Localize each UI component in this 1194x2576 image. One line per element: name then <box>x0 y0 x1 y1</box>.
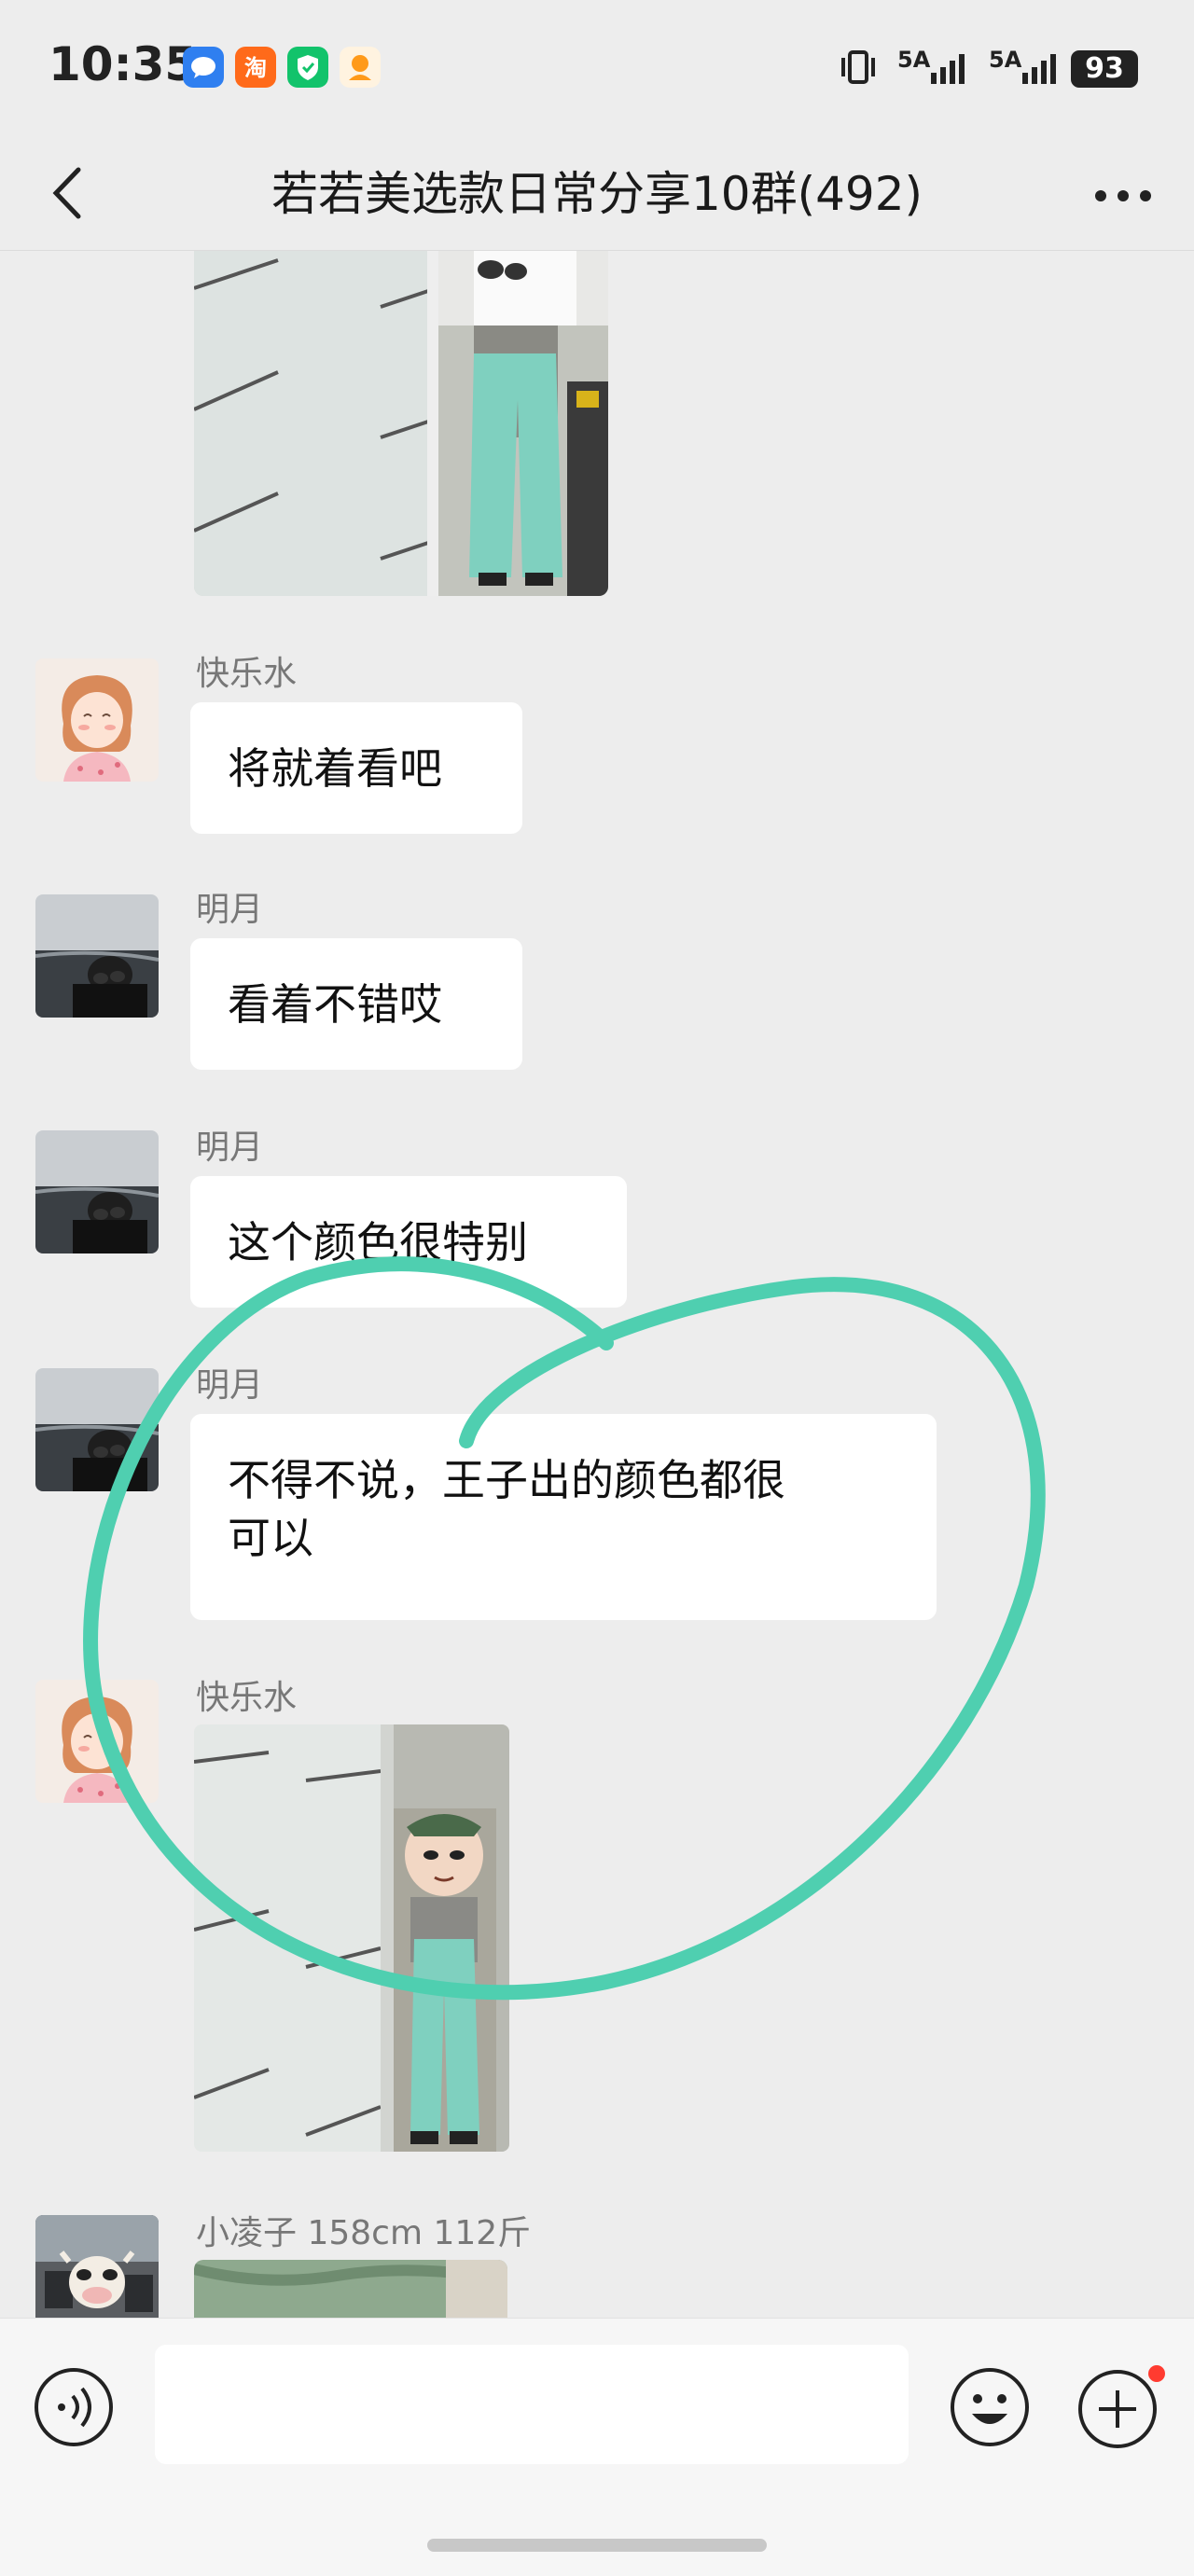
vibrate-icon <box>838 48 879 90</box>
message-text: 看着不错哎 <box>228 979 442 1030</box>
emoji-icon <box>951 2368 1029 2446</box>
meituan-icon <box>340 47 381 88</box>
sender-name: 快乐水 <box>196 1679 298 1717</box>
message-text: 将就着看吧 <box>228 743 442 794</box>
plus-icon <box>1078 2365 1165 2448</box>
avatar-person-beach <box>35 1130 159 1253</box>
message-bubble[interactable]: 这个颜色很特别 <box>190 1176 627 1308</box>
sender-name: 快乐水 <box>196 655 298 693</box>
input-bar <box>0 2318 1194 2576</box>
avatar[interactable] <box>35 1680 159 1803</box>
message-text: 这个颜色很特别 <box>228 1217 528 1267</box>
svg-text:淘: 淘 <box>244 55 267 81</box>
message-image[interactable] <box>194 251 608 596</box>
avatar-cartoon-girl <box>35 1680 159 1803</box>
voice-button[interactable] <box>32 2365 116 2453</box>
battery-indicator: 93 <box>1071 50 1138 88</box>
avatar[interactable] <box>35 1368 159 1491</box>
message-image[interactable] <box>194 2260 507 2318</box>
chat-header: 若若美选款日常分享10群(492) <box>0 140 1194 251</box>
message-input[interactable] <box>155 2345 909 2464</box>
chat-app-icon <box>183 47 224 88</box>
more-button[interactable] <box>1093 168 1153 228</box>
status-time: 10:35 <box>49 37 198 91</box>
taobao-icon: 淘 <box>235 47 276 88</box>
message-text-line-1: 不得不说，王子出的颜色都很 <box>228 1455 785 1505</box>
status-bar: 10:35 淘 5A 5A 93 <box>0 0 1194 140</box>
sender-name: 小凌子 158cm 112斤 <box>196 2214 532 2252</box>
avatar[interactable] <box>35 2215 159 2318</box>
plus-button[interactable] <box>1076 2365 1166 2455</box>
notification-dot <box>1148 2365 1165 2382</box>
voice-icon <box>35 2368 113 2446</box>
avatar[interactable] <box>35 894 159 1018</box>
message-bubble[interactable]: 看着不错哎 <box>190 938 522 1070</box>
message-image[interactable] <box>194 1724 509 2152</box>
sender-name: 明月 <box>196 1129 264 1167</box>
avatar[interactable] <box>35 658 159 782</box>
photo-green-fabric <box>194 2260 507 2318</box>
chat-title: 若若美选款日常分享10群(492) <box>271 167 923 221</box>
avatar-person-beach <box>35 894 159 1018</box>
network-label-1: 5A <box>897 47 931 73</box>
avatar-person-beach <box>35 1368 159 1491</box>
photo-teal-pants-mirror <box>194 251 608 596</box>
avatar-cartoon-girl <box>35 658 159 782</box>
message-text-line-2: 可以 <box>228 1513 313 1563</box>
sender-name: 明月 <box>196 891 264 929</box>
avatar[interactable] <box>35 1130 159 1253</box>
more-dots-icon <box>1095 190 1151 201</box>
signal-1: 5A <box>897 47 974 90</box>
sender-name: 明月 <box>196 1366 264 1405</box>
photo-teal-pants-sticker-face <box>194 1724 509 2152</box>
network-label-2: 5A <box>989 47 1022 73</box>
emoji-button[interactable] <box>948 2365 1032 2453</box>
signal-2: 5A <box>989 47 1065 90</box>
shield-app-icon <box>287 47 328 88</box>
message-list[interactable]: 快乐水 将就着看吧 明月 看着不错哎 明月 这个颜色很特别 明月 不得不说，王子… <box>0 251 1194 2318</box>
avatar-cow-plush <box>35 2215 159 2318</box>
message-bubble[interactable]: 不得不说，王子出的颜色都很 可以 <box>190 1414 937 1620</box>
message-bubble[interactable]: 将就着看吧 <box>190 702 522 834</box>
home-indicator[interactable] <box>427 2539 767 2552</box>
